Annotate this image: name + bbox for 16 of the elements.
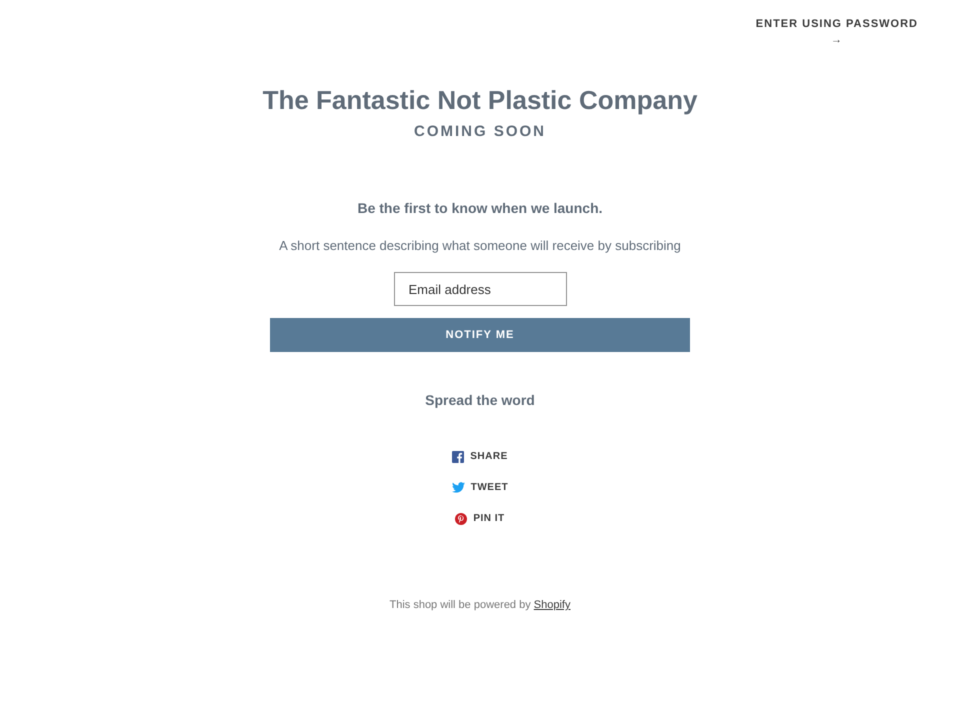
pinterest-icon [455, 512, 468, 524]
bird-icon [452, 482, 465, 493]
coming-soon-subtitle: COMING SOON [414, 123, 546, 140]
store-title: The Fantastic Not Plastic Company [262, 84, 698, 116]
share-link[interactable]: SHARE [452, 448, 508, 465]
signup-heading: Be the first to know when we launch. [357, 200, 603, 216]
email-field[interactable]: Email address [394, 272, 566, 306]
share-link[interactable]: TWEET [452, 479, 508, 496]
signup-description: A short sentence describing what someone will receive by subscribing [279, 238, 681, 253]
share-link[interactable]: PIN IT [455, 510, 505, 527]
shopify-link[interactable]: Shopify [534, 599, 570, 611]
password-link[interactable]: ENTER USING PASSWORD → [756, 16, 918, 50]
notify-button[interactable]: NOTIFY ME [270, 318, 690, 352]
share-heading: Spread the word [425, 392, 535, 408]
footer-text: This shop will be powered by [389, 599, 531, 611]
facebook-icon [452, 450, 464, 462]
